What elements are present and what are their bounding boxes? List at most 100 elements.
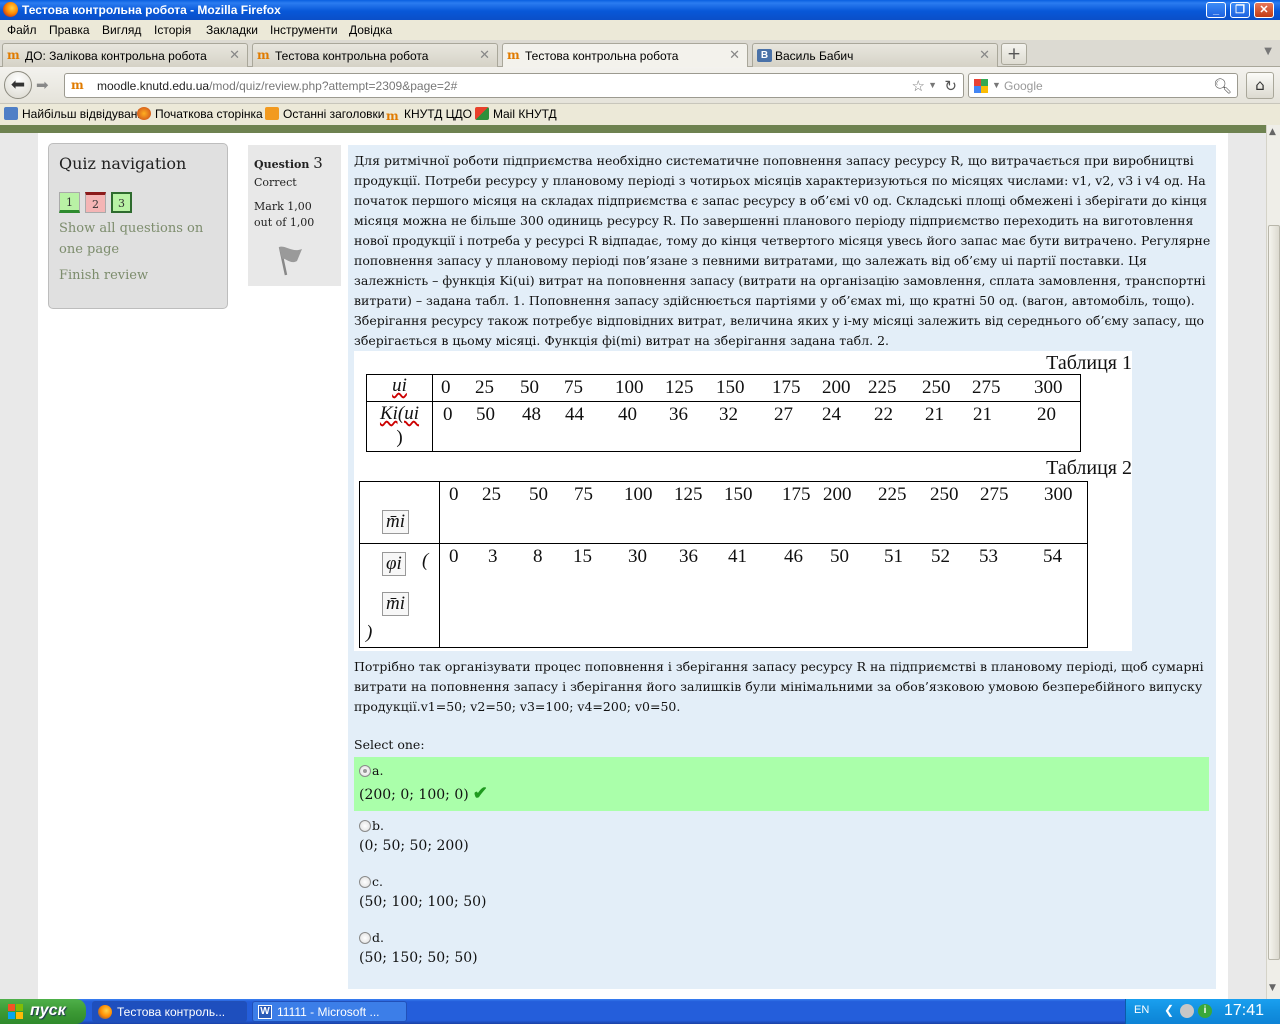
answer-a-value: (200; 0; 100; 0) ✔	[359, 783, 488, 804]
minimize-button[interactable]: _	[1206, 2, 1226, 18]
show-all-line-1: Show all questions on	[59, 221, 204, 236]
table-1-u-cell-12: 300	[1034, 377, 1063, 398]
table-2-m-cell-9: 225	[878, 484, 907, 505]
navigation-toolbar: ⬅ ➡ m moodle.knutd.edu.ua/mod/quiz/revie…	[0, 67, 1280, 104]
taskbar-word-window[interactable]: W 11111 - Microsoft ...	[252, 1001, 407, 1022]
url-bar[interactable]: m moodle.knutd.edu.ua/mod/quiz/review.ph…	[64, 73, 964, 98]
menu-tools[interactable]: Інструменти	[270, 23, 338, 37]
url-dropdown-icon[interactable]: ▼	[928, 80, 937, 90]
answer-a-letter: a.	[372, 763, 384, 778]
show-all-questions-link[interactable]: Show all questions on one page	[59, 218, 203, 260]
bookmark-start-page[interactable]: Початкова сторінка	[137, 107, 263, 121]
question-number-value: 3	[313, 154, 323, 172]
table-2-m-cell-6: 150	[724, 484, 753, 505]
tab-close-icon[interactable]: ✕	[229, 47, 240, 63]
answer-option-c[interactable]: c. (50; 100; 100; 50)	[354, 868, 1209, 922]
search-icon[interactable]: 🔍︎	[1213, 77, 1232, 95]
menu-history[interactable]: Історія	[154, 23, 191, 37]
flag-question-icon[interactable]	[274, 243, 304, 277]
table-2-m-cell-0: 0	[449, 484, 459, 505]
taskbar-firefox-window[interactable]: Тестова контроль...	[92, 1001, 247, 1022]
google-icon[interactable]	[973, 78, 989, 94]
close-window-button[interactable]: ✕	[1254, 2, 1274, 18]
bookmark-mail-knutd[interactable]: Mail КНУТД	[475, 107, 557, 121]
tab-testova-2[interactable]: m Тестова контрольна робота ✕	[502, 43, 748, 68]
table-1-k-cell-12: 20	[1037, 404, 1056, 425]
tab-close-icon[interactable]: ✕	[979, 47, 990, 63]
answer-option-a[interactable]: a. (200; 0; 100; 0) ✔	[354, 757, 1209, 811]
quiz-nav-question-3[interactable]: 3	[111, 192, 132, 213]
menu-help[interactable]: Довідка	[349, 23, 392, 37]
page-right-gutter	[1228, 133, 1266, 1007]
quiz-nav-question-2[interactable]: 2	[85, 192, 106, 213]
table-2-caption: Таблиця 2	[1046, 457, 1132, 479]
question-number: Question 3	[254, 154, 323, 172]
table-2-m-cell-2: 50	[529, 484, 548, 505]
forward-button[interactable]: ➡	[36, 76, 49, 94]
search-input[interactable]: Google	[1004, 79, 1043, 93]
vertical-scrollbar[interactable]: ▲ ▼	[1266, 125, 1280, 999]
tab-testova-1[interactable]: m Тестова контрольна робота ✕	[252, 43, 498, 67]
table-2-phi-cell-11: 53	[979, 546, 998, 567]
network-icon[interactable]	[1180, 1004, 1194, 1018]
back-button[interactable]: ⬅	[4, 71, 32, 99]
start-button[interactable]: пуск	[0, 999, 86, 1024]
answer-c-radio[interactable]	[359, 876, 371, 888]
reload-icon[interactable]: ↻	[944, 77, 957, 95]
answer-option-b[interactable]: b. (0; 50; 50; 200)	[354, 812, 1209, 866]
bookmark-latest-headlines[interactable]: Останні заголовки	[265, 107, 384, 121]
table-1-k-cell-0: 0	[443, 404, 453, 425]
url-text[interactable]: moodle.knutd.edu.ua/mod/quiz/review.php?…	[97, 79, 457, 93]
tab-close-icon[interactable]: ✕	[729, 47, 740, 63]
finish-review-link[interactable]: Finish review	[59, 265, 148, 286]
url-path: /mod/quiz/review.php?attempt=2309&page=2…	[209, 79, 458, 93]
scroll-up-icon[interactable]: ▲	[1269, 127, 1276, 137]
table-2-m-cell-11: 275	[980, 484, 1009, 505]
tab-vasyl-babych[interactable]: В Василь Бабич ✕	[752, 43, 998, 67]
firefox-icon	[3, 2, 18, 17]
tray-expand-icon[interactable]: ❮	[1164, 1003, 1174, 1017]
moodle-icon: m	[507, 48, 520, 62]
system-tray: EN ❮ i 17:41	[1125, 999, 1280, 1024]
menu-edit[interactable]: Правка	[49, 23, 90, 37]
home-button[interactable]: ⌂	[1246, 72, 1274, 99]
phi-open-paren: (	[422, 550, 429, 571]
menu-file[interactable]: Файл	[7, 23, 37, 37]
answer-d-letter: d.	[372, 930, 384, 945]
bookmark-most-visited[interactable]: Найбільш відвідувані	[4, 107, 140, 121]
menu-view[interactable]: Вигляд	[102, 23, 141, 37]
tab-list-chevron-icon[interactable]: ▼	[1264, 46, 1272, 57]
search-engine-dropdown-icon[interactable]: ▼	[992, 80, 1001, 90]
table-1-k-cell-4: 40	[618, 404, 637, 425]
window-title-bar[interactable]: Тестова контрольна робота - Mozilla Fire…	[0, 0, 1280, 20]
k-symbol-close: )	[396, 427, 403, 448]
answer-a-radio[interactable]	[359, 765, 371, 777]
values-row: 0 25 50 75 100 125 150 175 200 225 250 275 300	[440, 482, 1087, 506]
language-indicator[interactable]: EN	[1134, 1004, 1149, 1016]
new-tab-button[interactable]: +	[1001, 43, 1027, 65]
tab-close-icon[interactable]: ✕	[479, 47, 490, 63]
table-1-u-cell-5: 125	[665, 377, 694, 398]
table-1-k-cell-11: 21	[973, 404, 992, 425]
table-2-m-values: 0 25 50 75 100 125 150 175 200 225 250 275 300	[439, 481, 1088, 544]
table-2-phi-cell-9: 51	[884, 546, 903, 567]
menu-bookmarks[interactable]: Закладки	[206, 23, 258, 37]
table-1-k-cell-5: 36	[669, 404, 688, 425]
info-icon[interactable]: i	[1198, 1004, 1212, 1018]
scroll-down-icon[interactable]: ▼	[1269, 983, 1276, 993]
bookmark-star-icon[interactable]: ☆	[912, 77, 925, 95]
quiz-nav-question-1[interactable]: 1	[59, 192, 80, 213]
answer-d-radio[interactable]	[359, 932, 371, 944]
scrollbar-thumb[interactable]	[1268, 225, 1280, 960]
answer-option-d[interactable]: d. (50; 150; 50; 50)	[354, 924, 1209, 978]
table-1-u-cell-4: 100	[615, 377, 644, 398]
answer-d-value: (50; 150; 50; 50)	[359, 950, 478, 966]
table-1-k-cell-9: 22	[874, 404, 893, 425]
table-2-m-cell-8: 200	[823, 484, 852, 505]
phi-m-symbol: m̄i	[382, 592, 409, 616]
bookmark-knutd-cdo[interactable]: m КНУТД ЦДО	[386, 107, 472, 123]
restore-button[interactable]: ❐	[1230, 2, 1250, 18]
tab-zalikova[interactable]: m ДО: Залікова контрольна робота ✕	[2, 43, 248, 67]
search-bar[interactable]: ▼ Google 🔍︎	[968, 73, 1238, 98]
answer-b-radio[interactable]	[359, 820, 371, 832]
